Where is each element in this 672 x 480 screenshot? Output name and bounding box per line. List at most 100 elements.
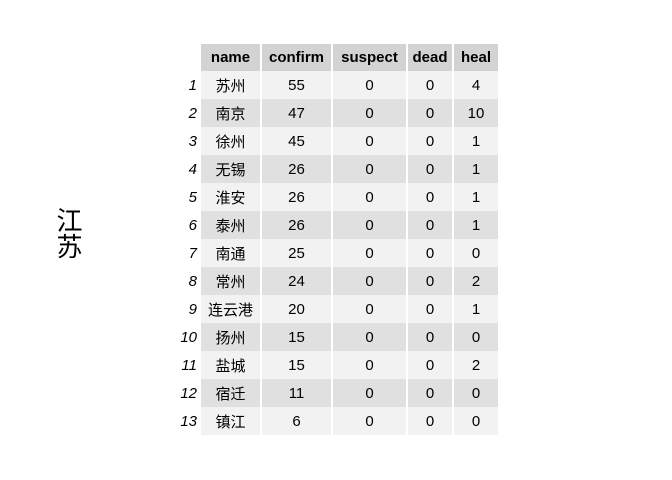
cell-name: 扬州 (201, 323, 260, 351)
table-row: 8 常州 24 0 0 2 (169, 267, 498, 295)
column-header-confirm: confirm (262, 44, 331, 71)
cell-heal: 1 (454, 295, 498, 323)
cell-confirm: 6 (262, 407, 331, 435)
row-index: 4 (188, 160, 197, 178)
cell-confirm: 15 (262, 351, 331, 379)
cell-confirm: 15 (262, 323, 331, 351)
cell-suspect: 0 (333, 351, 406, 379)
cell-name: 淮安 (201, 183, 260, 211)
cell-dead: 0 (408, 99, 452, 127)
cell-confirm: 55 (262, 71, 331, 99)
cell-suspect: 0 (333, 127, 406, 155)
row-index: 3 (188, 132, 197, 150)
cell-heal: 4 (454, 71, 498, 99)
cell-suspect: 0 (333, 407, 406, 435)
cell-confirm: 47 (262, 99, 331, 127)
cell-dead: 0 (408, 127, 452, 155)
row-index: 2 (188, 104, 197, 122)
table-row: 7 南通 25 0 0 0 (169, 239, 498, 267)
cell-name: 南通 (201, 239, 260, 267)
cell-confirm: 45 (262, 127, 331, 155)
column-header-heal: heal (454, 44, 498, 71)
table-row: 11 盐城 15 0 0 2 (169, 351, 498, 379)
cell-dead: 0 (408, 295, 452, 323)
cell-name: 泰州 (201, 211, 260, 239)
row-index: 11 (181, 356, 197, 374)
index-column-header (169, 44, 199, 71)
table-row: 5 淮安 26 0 0 1 (169, 183, 498, 211)
cell-confirm: 11 (262, 379, 331, 407)
cell-confirm: 26 (262, 211, 331, 239)
cell-heal: 10 (454, 99, 498, 127)
row-index: 13 (180, 412, 197, 430)
cell-heal: 0 (454, 323, 498, 351)
cell-confirm: 25 (262, 239, 331, 267)
cell-name: 连云港 (201, 295, 260, 323)
cell-heal: 1 (454, 155, 498, 183)
cell-suspect: 0 (333, 99, 406, 127)
table-row: 6 泰州 26 0 0 1 (169, 211, 498, 239)
column-header-suspect: suspect (333, 44, 406, 71)
cell-confirm: 24 (262, 267, 331, 295)
cell-dead: 0 (408, 323, 452, 351)
cell-suspect: 0 (333, 183, 406, 211)
table-body: 1 苏州 55 0 0 4 2 南京 47 0 0 10 3 徐州 45 0 0 1 4 无锡 26 0 0 1 5 淮安 26 0 0… (169, 71, 498, 435)
cell-name: 盐城 (201, 351, 260, 379)
cell-dead: 0 (408, 267, 452, 295)
cell-confirm: 26 (262, 155, 331, 183)
cell-heal: 0 (454, 239, 498, 267)
row-index: 1 (188, 76, 197, 94)
cell-suspect: 0 (333, 71, 406, 99)
cell-name: 苏州 (201, 71, 260, 99)
table-row: 13 镇江 6 0 0 0 (169, 407, 498, 435)
table-header-row: name confirm suspect dead heal (169, 44, 498, 71)
cell-dead: 0 (408, 155, 452, 183)
cell-heal: 2 (454, 351, 498, 379)
table-row: 9 连云港 20 0 0 1 (169, 295, 498, 323)
data-table: name confirm suspect dead heal 1 苏州 55 0 0 4 2… (167, 44, 500, 435)
cell-suspect: 0 (333, 379, 406, 407)
cell-name: 无锡 (201, 155, 260, 183)
cell-confirm: 26 (262, 183, 331, 211)
cell-confirm: 20 (262, 295, 331, 323)
table-row: 2 南京 47 0 0 10 (169, 99, 498, 127)
cell-suspect: 0 (333, 295, 406, 323)
cell-heal: 2 (454, 267, 498, 295)
row-index: 9 (188, 300, 197, 318)
table-row: 3 徐州 45 0 0 1 (169, 127, 498, 155)
row-index: 8 (188, 272, 197, 290)
cell-name: 南京 (201, 99, 260, 127)
cell-suspect: 0 (333, 267, 406, 295)
cell-heal: 0 (454, 379, 498, 407)
cell-dead: 0 (408, 183, 452, 211)
cell-heal: 1 (454, 183, 498, 211)
table-row: 4 无锡 26 0 0 1 (169, 155, 498, 183)
table-row: 12 宿迁 11 0 0 0 (169, 379, 498, 407)
row-index: 12 (180, 384, 197, 402)
column-header-name: name (201, 44, 260, 71)
cell-name: 徐州 (201, 127, 260, 155)
cell-suspect: 0 (333, 323, 406, 351)
cell-dead: 0 (408, 71, 452, 99)
cell-dead: 0 (408, 407, 452, 435)
cell-heal: 0 (454, 407, 498, 435)
cell-suspect: 0 (333, 239, 406, 267)
cell-name: 镇江 (201, 407, 260, 435)
row-index: 6 (188, 216, 197, 234)
cell-dead: 0 (408, 211, 452, 239)
cell-suspect: 0 (333, 155, 406, 183)
row-index: 7 (188, 244, 197, 262)
cell-dead: 0 (408, 239, 452, 267)
row-index: 5 (188, 188, 197, 206)
cell-name: 常州 (201, 267, 260, 295)
cell-dead: 0 (408, 351, 452, 379)
cell-dead: 0 (408, 379, 452, 407)
column-header-dead: dead (408, 44, 452, 71)
cell-heal: 1 (454, 127, 498, 155)
table-row: 10 扬州 15 0 0 0 (169, 323, 498, 351)
cell-suspect: 0 (333, 211, 406, 239)
cell-name: 宿迁 (201, 379, 260, 407)
cell-heal: 1 (454, 211, 498, 239)
province-label: 江苏 (52, 207, 82, 259)
table-row: 1 苏州 55 0 0 4 (169, 71, 498, 99)
